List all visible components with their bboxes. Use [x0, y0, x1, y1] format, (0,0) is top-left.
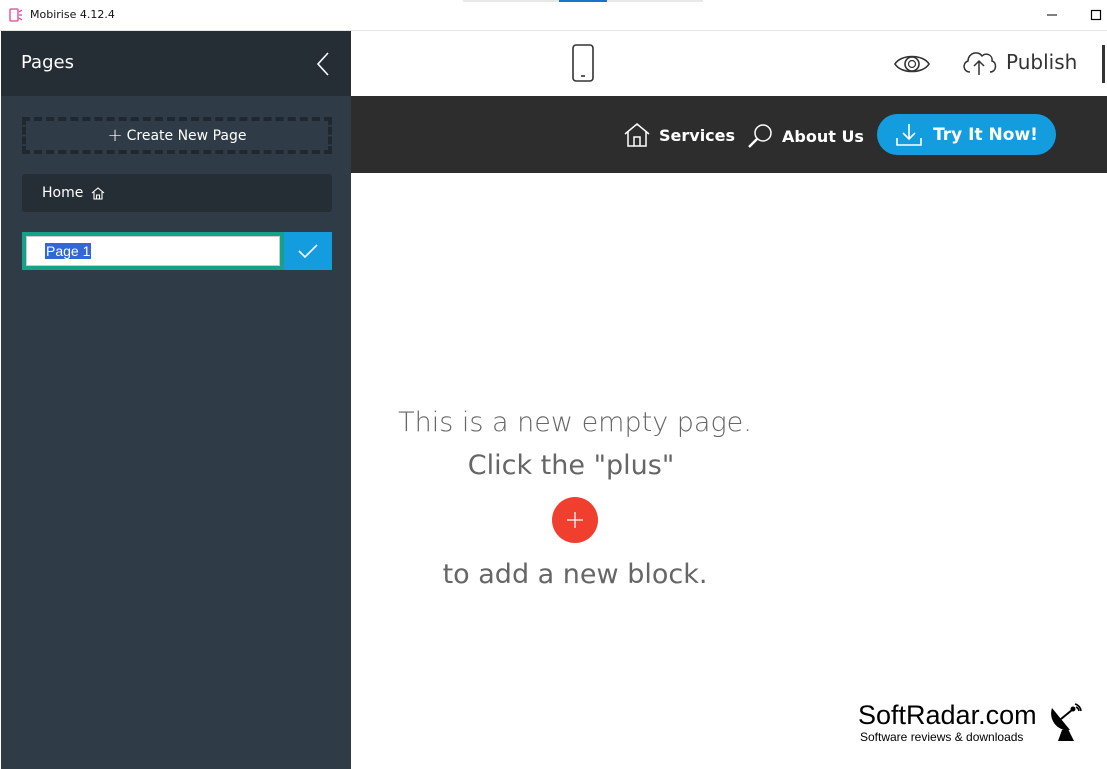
home-outline-icon [624, 123, 650, 147]
preview-eye-icon[interactable] [893, 49, 931, 79]
magnifier-icon [748, 124, 772, 148]
maximize-button[interactable] [1086, 6, 1106, 24]
window-title: Mobirise 4.12.4 [30, 8, 115, 21]
rename-page-field-wrapper: Page 1 [22, 232, 284, 270]
publish-label: Publish [1006, 50, 1078, 74]
nav-link-label: Services [659, 125, 736, 145]
maximize-icon [1090, 9, 1102, 21]
satellite-dish-icon [1051, 703, 1082, 741]
page-item-label: Home [42, 185, 84, 201]
nav-link-services[interactable]: Services [623, 122, 735, 148]
toolbar-overflow-edge [1102, 45, 1107, 83]
confirm-rename-button[interactable] [284, 232, 332, 270]
cloud-upload-icon [963, 52, 997, 75]
title-bar: Mobirise 4.12.4 [0, 0, 1107, 31]
plus-icon [567, 512, 583, 528]
rename-page-value: Page 1 [45, 243, 92, 259]
create-new-page-label: Create New Page [126, 127, 247, 144]
mobile-view-icon[interactable] [572, 44, 594, 82]
top-toolbar: Publish [351, 31, 1107, 96]
download-icon [896, 123, 922, 146]
site-navbar-preview: Services About Us Try It Now! [351, 96, 1107, 173]
create-new-page-button[interactable]: + Create New Page [22, 117, 332, 154]
empty-page-line-3: to add a new block. [442, 559, 708, 590]
minimize-button[interactable] [1042, 6, 1062, 24]
empty-page-line-2: Click the "plus" [467, 450, 675, 481]
watermark-title: SoftRadar.com [858, 700, 1037, 730]
title-accent-center [559, 0, 607, 2]
pages-sidebar: Pages + Create New Page Home Page 1 [1, 31, 351, 769]
minimize-icon [1047, 14, 1057, 16]
sidebar-title: Pages [21, 52, 74, 73]
checkmark-icon [298, 244, 318, 259]
plus-icon: + [107, 124, 123, 146]
title-accent-left [463, 0, 559, 2]
rename-page-input[interactable]: Page 1 [26, 236, 280, 266]
sidebar-header: Pages [1, 31, 351, 96]
nav-link-label: About Us [782, 126, 864, 146]
try-it-now-label: Try It Now! [933, 124, 1038, 145]
home-icon [91, 186, 105, 200]
empty-page-line-1: This is a new empty page. [398, 407, 752, 438]
watermark-subtitle: Software reviews & downloads [860, 730, 1024, 744]
collapse-sidebar-icon[interactable] [314, 51, 332, 77]
page-item-home[interactable]: Home [22, 174, 332, 212]
add-block-button[interactable] [552, 497, 598, 543]
softradar-watermark: SoftRadar.com Software reviews & downloa… [858, 700, 1088, 748]
try-it-now-button[interactable]: Try It Now! [877, 114, 1056, 155]
publish-button[interactable]: Publish [960, 47, 1077, 77]
nav-link-about-us[interactable]: About Us [746, 122, 864, 150]
page-canvas: This is a new empty page. Click the "plu… [351, 173, 1107, 769]
title-accent-right [607, 0, 703, 2]
mobirise-app-icon [9, 8, 23, 22]
